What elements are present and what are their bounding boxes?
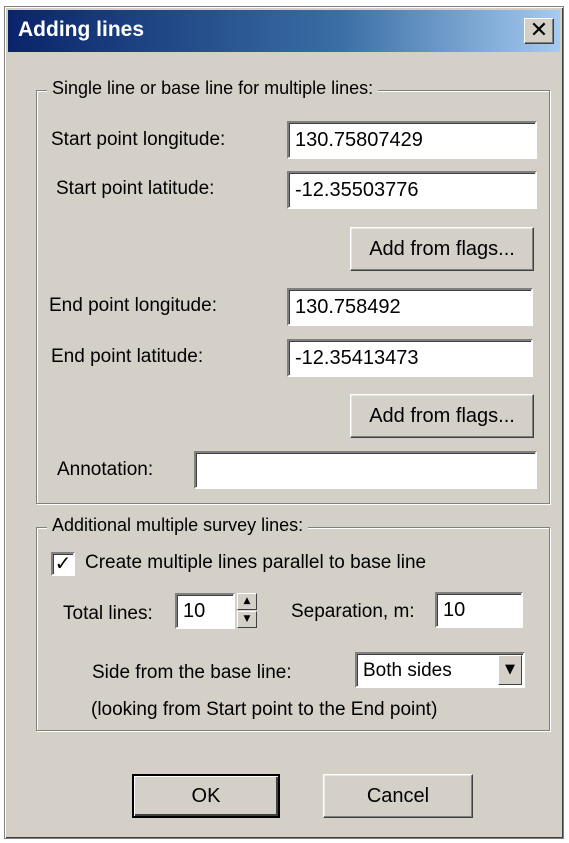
side-dropdown-button[interactable]: ▼ [498, 655, 522, 685]
arrow-up-icon: ▲ [243, 596, 251, 606]
annotation-label: Annotation: [57, 459, 154, 480]
start-latitude-input[interactable] [287, 171, 537, 209]
create-multiple-checkbox[interactable]: ✓ [51, 552, 75, 576]
single-line-group: Single line or base line for multiple li… [36, 78, 550, 504]
create-multiple-label[interactable]: Create multiple lines parallel to base l… [85, 552, 426, 574]
window-title: Adding lines [18, 18, 144, 41]
total-lines-label: Total lines: [63, 603, 153, 624]
end-longitude-label: End point longitude: [49, 295, 217, 316]
adding-lines-dialog: Adding lines ✕ Single line or base line … [4, 6, 564, 839]
add-from-flags-start-button[interactable]: Add from flags... [350, 227, 534, 271]
start-latitude-label: Start point latitude: [56, 178, 215, 199]
close-icon: ✕ [529, 18, 549, 43]
multiple-lines-group: Additional multiple survey lines: ✓ Crea… [36, 515, 550, 731]
close-button[interactable]: ✕ [524, 18, 554, 44]
start-longitude-input[interactable] [287, 121, 537, 159]
side-select-value: Both sides [363, 660, 452, 681]
side-select[interactable]: Both sides ▼ [355, 652, 525, 688]
spin-up-button[interactable]: ▲ [237, 593, 257, 610]
checkmark-icon: ✓ [54, 551, 72, 575]
multiple-lines-group-legend: Additional multiple survey lines: [47, 515, 309, 536]
single-line-group-legend: Single line or base line for multiple li… [47, 78, 379, 99]
start-longitude-label: Start point longitude: [51, 129, 226, 150]
end-longitude-input[interactable] [287, 288, 533, 326]
arrow-down-icon: ▼ [243, 614, 251, 624]
chevron-down-icon: ▼ [505, 662, 515, 677]
ok-button[interactable]: OK [132, 774, 280, 818]
title-bar[interactable]: Adding lines ✕ [8, 10, 560, 52]
annotation-input[interactable] [194, 451, 537, 489]
add-from-flags-end-button[interactable]: Add from flags... [350, 394, 534, 438]
direction-note: (looking from Start point to the End poi… [91, 699, 438, 720]
end-latitude-input[interactable] [287, 339, 533, 377]
total-lines-spinner: ▲ ▼ [237, 593, 257, 629]
side-label: Side from the base line: [92, 662, 292, 683]
separation-input[interactable] [435, 592, 523, 628]
cancel-button[interactable]: Cancel [323, 774, 473, 818]
separation-label: Separation, m: [291, 601, 415, 622]
spin-down-button[interactable]: ▼ [237, 611, 257, 628]
total-lines-input[interactable] [175, 593, 235, 629]
end-latitude-label: End point latitude: [51, 346, 204, 367]
